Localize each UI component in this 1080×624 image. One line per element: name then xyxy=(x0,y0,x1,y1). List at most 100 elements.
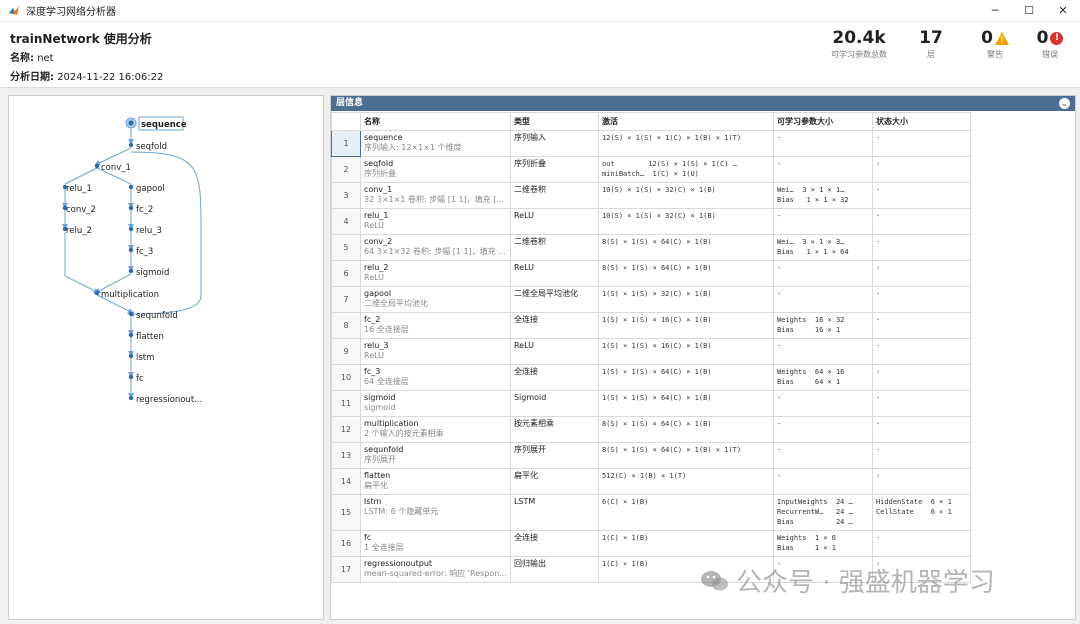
graph-label-sequnfold[interactable]: sequnfold xyxy=(136,311,178,321)
minimize-icon[interactable]: ─ xyxy=(978,0,1012,22)
graph-node-sequnfold[interactable] xyxy=(128,311,134,317)
graph-node-fc-3[interactable] xyxy=(128,247,134,253)
layer-description: 2 个输入的按元素相乘 xyxy=(364,429,444,438)
layer-name: seqfold xyxy=(364,159,394,168)
graph-nodes[interactable]: sequence seqfold conv_1 relu_1 conv_2 re… xyxy=(62,116,203,405)
layer-description: 16 全连接层 xyxy=(364,325,409,334)
layer-name: fc_2 xyxy=(364,315,381,324)
layer-learnables: - xyxy=(772,338,873,365)
row-index: 2 xyxy=(331,156,361,183)
network-graph[interactable]: sequence seqfold conv_1 relu_1 conv_2 re… xyxy=(9,96,323,619)
layer-learnables: - xyxy=(772,208,873,235)
graph-label-conv-2[interactable]: conv_2 xyxy=(66,205,96,215)
maximize-icon[interactable]: ☐ xyxy=(1012,0,1046,22)
graph-label-fc-3[interactable]: fc_3 xyxy=(136,247,153,257)
graph-node-multiplication[interactable] xyxy=(94,290,100,296)
table-row[interactable]: 9 relu_3 ReLU ReLU 1(S) × 1(S) × 16(C) × 1(B… xyxy=(331,338,971,365)
graph-label-relu-1[interactable]: relu_1 xyxy=(66,184,92,194)
column-header-name[interactable]: 名称 xyxy=(360,112,511,131)
stat-label: 警告 xyxy=(987,50,1003,59)
graph-label-sequence[interactable]: sequence xyxy=(141,120,187,130)
layer-name: multiplication xyxy=(364,419,419,428)
table-row[interactable]: 5 conv_2 64 3×1×32 卷积: 步幅 [1 1]，填充 ... 二维卷积… xyxy=(331,234,971,261)
layer-learnables: - xyxy=(772,468,873,495)
layer-learnables: Weights 16 × 32 Bias 16 × 1 xyxy=(772,312,873,339)
column-header-learnables[interactable]: 可学习参数大小 xyxy=(772,112,873,131)
graph-node-lstm[interactable] xyxy=(128,353,134,359)
layer-learnables: Weights 1 × 6 Bias 1 × 1 xyxy=(772,530,873,557)
layer-activations: 512(C) × 1(B) × 1(T) xyxy=(597,468,774,495)
row-index: 6 xyxy=(331,260,361,287)
graph-node-relu-3[interactable] xyxy=(128,226,134,232)
stat-learnables: 20.4k 可学习参数总数 xyxy=(826,28,892,60)
column-header-type[interactable]: 类型 xyxy=(509,112,599,131)
column-header-activations[interactable]: 激活 xyxy=(597,112,774,131)
graph-label-relu-3[interactable]: relu_3 xyxy=(136,226,162,236)
row-index: 12 xyxy=(331,416,361,443)
graph-node-flatten[interactable] xyxy=(128,332,134,338)
layer-name: fc xyxy=(364,533,372,542)
table-row[interactable]: 14 flatten 扁平化 扁平化 512(C) × 1(B) × 1(T) - - xyxy=(331,468,971,495)
graph-node-regressionoutput[interactable] xyxy=(128,395,134,401)
row-index: 14 xyxy=(331,468,361,495)
graph-node-seqfold[interactable] xyxy=(128,142,134,148)
layer-states: - xyxy=(871,234,971,261)
table-row[interactable]: 8 fc_2 16 全连接层 全连接 1(S) × 1(S) × 16(C) × 1(B… xyxy=(331,312,971,339)
graph-label-relu-2[interactable]: relu_2 xyxy=(66,226,92,236)
graph-label-lstm[interactable]: lstm xyxy=(136,353,154,363)
graph-label-multiplication[interactable]: multiplication xyxy=(101,290,159,300)
layer-name: gapool xyxy=(364,289,392,298)
table-row[interactable]: 1 sequence 序列输入: 12×1×1 个维度 序列输入 12(S) × 1(S… xyxy=(331,130,971,157)
layer-name-cell: relu_1 ReLU xyxy=(360,208,511,235)
graph-label-flatten[interactable]: flatten xyxy=(136,332,164,342)
graph-label-conv-1[interactable]: conv_1 xyxy=(101,163,131,173)
graph-label-fc[interactable]: fc xyxy=(136,374,144,384)
stat-errors[interactable]: 0! 错误 xyxy=(1030,28,1070,60)
table-row[interactable]: 13 sequnfold 序列展开 序列展开 8(S) × 1(S) × 64(C) ×… xyxy=(331,442,971,469)
layer-type: 全连接 xyxy=(509,530,599,557)
graph-node-fc-2[interactable] xyxy=(128,205,134,211)
collapse-chevron-icon[interactable]: ⌄ xyxy=(1059,98,1070,109)
layer-name-cell: lstm LSTM: 6 个隐藏单元 xyxy=(360,494,511,531)
layer-name: regressionoutput xyxy=(364,559,433,568)
graph-node-gapool[interactable] xyxy=(128,184,134,190)
stat-label: 错误 xyxy=(1042,50,1058,59)
graph-label-seqfold[interactable]: seqfold xyxy=(136,142,167,152)
layer-name: sigmoid xyxy=(364,393,396,402)
layer-type: 序列展开 xyxy=(509,442,599,469)
table-row[interactable]: 10 fc_3 64 全连接层 全连接 1(S) × 1(S) × 64(C) × 1(… xyxy=(331,364,971,391)
column-header-states[interactable]: 状态大小 xyxy=(871,112,971,131)
layer-description: ReLU xyxy=(364,221,385,230)
table-row[interactable]: 15 lstm LSTM: 6 个隐藏单元 LSTM 6(C) × 1(B) InputW… xyxy=(331,494,971,531)
stat-warnings[interactable]: 0! 警告 xyxy=(974,28,1016,60)
network-graph-panel[interactable]: sequence seqfold conv_1 relu_1 conv_2 re… xyxy=(8,95,324,620)
table-row[interactable]: 7 gapool 二维全局平均池化 二维全局平均池化 1(S) × 1(S) × 32(… xyxy=(331,286,971,313)
layer-activations: 1(S) × 1(S) × 16(C) × 1(B) xyxy=(597,338,774,365)
graph-node-conv-1[interactable] xyxy=(94,163,100,169)
layer-description: 1 全连接层 xyxy=(364,543,404,552)
graph-label-sigmoid[interactable]: sigmoid xyxy=(136,268,169,278)
graph-label-gapool[interactable]: gapool xyxy=(136,184,165,194)
wechat-icon xyxy=(700,569,730,593)
table-row[interactable]: 3 conv_1 32 3×1×1 卷积: 步幅 [1 1]，填充 [... 二维卷积… xyxy=(331,182,971,209)
table-row[interactable]: 11 sigmoid sigmoid Sigmoid 1(S) × 1(S) × 64(… xyxy=(331,390,971,417)
layer-type: LSTM xyxy=(509,494,599,531)
stat-label: 层 xyxy=(927,50,935,59)
graph-label-regressionoutput[interactable]: regressionout... xyxy=(136,395,202,405)
table-row[interactable]: 4 relu_1 ReLU ReLU 10(S) × 1(S) × 32(C) × 1(… xyxy=(331,208,971,235)
layer-info-header: 层信息 ⌄ xyxy=(331,96,1075,111)
layer-states: - xyxy=(871,338,971,365)
table-row[interactable]: 12 multiplication 2 个输入的按元素相乘 按元素相乘 8(S) × 1… xyxy=(331,416,971,443)
graph-node-sigmoid[interactable] xyxy=(128,268,134,274)
layer-name-cell: relu_2 ReLU xyxy=(360,260,511,287)
close-icon[interactable]: ✕ xyxy=(1046,0,1080,22)
graph-node-fc[interactable] xyxy=(128,374,134,380)
graph-label-fc-2[interactable]: fc_2 xyxy=(136,205,153,215)
layer-states: - xyxy=(871,130,971,157)
table-row[interactable]: 6 relu_2 ReLU ReLU 8(S) × 1(S) × 64(C) × 1(B… xyxy=(331,260,971,287)
table-row[interactable]: 2 seqfold 序列折叠 序列折叠 out 12(S) × 1(S) × 1(C) … xyxy=(331,156,971,183)
table-row[interactable]: 16 fc 1 全连接层 全连接 1(C) × 1(B) Weights 1 × 6 Bi… xyxy=(331,530,971,557)
row-index: 15 xyxy=(331,494,361,531)
row-index: 10 xyxy=(331,364,361,391)
layer-table: 名称 类型 激活 可学习参数大小 状态大小 1 sequence 序列输入: 12×… xyxy=(331,112,971,583)
